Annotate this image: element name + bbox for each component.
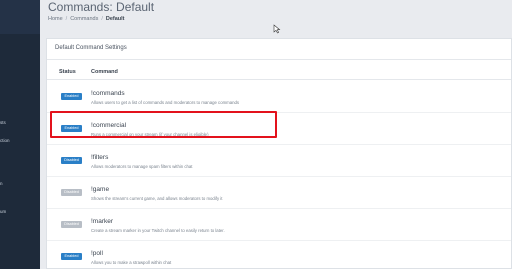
table-row[interactable]: Disabled !marker Create a stream marker … [47,209,511,241]
status-badge[interactable]: Disabled [61,157,82,164]
status-badge[interactable]: Disabled [61,221,82,228]
mouse-cursor-icon [273,24,281,34]
default-command-settings-panel: Default Command Settings Status Command … [46,38,512,269]
command-description: Allows you to make a strawpoll within ch… [91,260,172,265]
command-description: Allows users to get a list of commands a… [91,100,240,105]
breadcrumb-home[interactable]: Home [48,16,63,22]
table-header: Status Command [47,68,511,80]
sidebar-item-fragment[interactable]: sts [0,120,40,125]
command-name: !commands [91,90,125,97]
command-description: Create a stream marker in your Twitch ch… [91,228,225,233]
breadcrumb-separator: / [65,16,68,22]
command-description: Allows moderators to manage spam filters… [91,164,193,169]
command-name: !filters [91,154,109,161]
page-title: Commands: Default [48,0,155,14]
panel-title: Default Command Settings [47,39,511,60]
status-badge[interactable]: Enabled [61,93,82,100]
command-name: !marker [91,218,114,225]
status-badge[interactable]: Enabled [61,253,82,260]
commercial-highlight-annotation [50,111,277,138]
sidebar: sts ction n um [0,0,40,269]
sidebar-item-fragment[interactable]: n [0,181,40,186]
table-row[interactable]: Disabled !filters Allows moderators to m… [47,145,511,177]
command-name: !poll [91,250,103,257]
column-header-command: Command [91,69,118,75]
table-row[interactable]: Enabled !commands Allows users to get a … [47,81,511,113]
status-badge[interactable]: Disabled [61,189,82,196]
table-row[interactable]: Disabled !game Shows the stream's curren… [47,177,511,209]
sidebar-item-fragment[interactable]: um [0,209,40,214]
breadcrumb-separator: / [101,16,103,22]
command-description: Shows the stream's current game, and all… [91,196,223,201]
breadcrumb: Home / Commands / Default [48,16,125,22]
column-header-status: Status [59,69,76,75]
sidebar-item-fragment[interactable]: ction [0,138,40,143]
sidebar-header [0,0,40,34]
breadcrumb-current: Default [105,16,125,22]
command-name: !game [91,186,110,193]
table-row[interactable]: Enabled !poll Allows you to make a straw… [47,241,511,269]
breadcrumb-commands[interactable]: Commands [70,16,98,22]
